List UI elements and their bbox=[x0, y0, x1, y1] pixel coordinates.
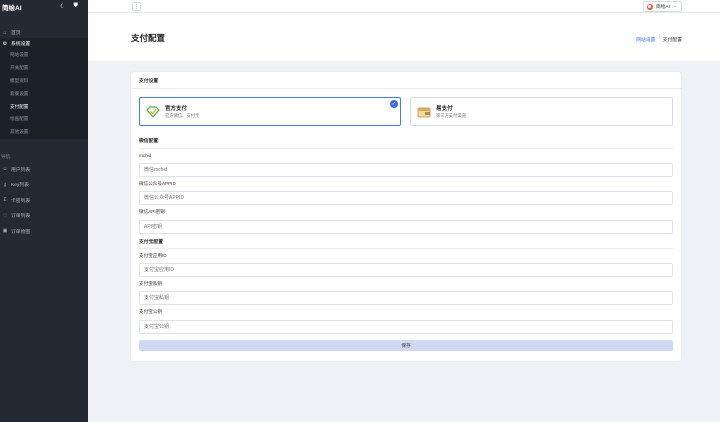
sidebar-sub-item[interactable]: 网站设置 bbox=[0, 49, 88, 62]
brand: 简绘AI ☾ ⛊ bbox=[0, 0, 88, 13]
avatar bbox=[646, 3, 653, 10]
field-label: 支付宝公钥 bbox=[139, 309, 162, 314]
alipay-section-title: 支付宝配置 bbox=[139, 240, 163, 245]
page-title: 支付配置 bbox=[131, 33, 166, 43]
payment-settings-card: 支付设置 官方支付 官方微信、支付宝 ✓ 易支付 第三方支付渠道 微信配置 mc… bbox=[131, 72, 681, 361]
user-icon: ☺ bbox=[2, 166, 8, 173]
wechat-api-key-input[interactable] bbox=[139, 220, 673, 234]
payment-options: 官方支付 官方微信、支付宝 ✓ 易支付 第三方支付渠道 bbox=[131, 89, 681, 127]
sidebar-item-system-settings[interactable]: ⚙ 系统设置 bbox=[0, 38, 88, 49]
check-icon: ✓ bbox=[390, 100, 398, 108]
key-icon: ⚷ bbox=[3, 181, 7, 188]
chevron-down-icon: ⌄ bbox=[672, 4, 677, 9]
moon-icon[interactable]: ☾ bbox=[60, 3, 65, 10]
wechat-section-title: 微信配置 bbox=[139, 139, 159, 144]
nav-section-label: 导航 bbox=[1, 153, 11, 159]
alipay-private-key-input[interactable] bbox=[139, 291, 673, 305]
option-title: 易支付 bbox=[436, 106, 453, 112]
brand-name: 简绘AI bbox=[2, 4, 22, 12]
divider bbox=[139, 248, 673, 249]
payment-option-third-party[interactable]: 易支付 第三方支付渠道 bbox=[410, 97, 673, 126]
card-icon: £ bbox=[3, 197, 7, 204]
breadcrumb-current: 支付配置 bbox=[662, 38, 682, 43]
field-label: 微信公众号APPID bbox=[139, 181, 176, 186]
field-label: 支付宝私钥 bbox=[139, 281, 162, 286]
field-label: mchid bbox=[139, 153, 152, 158]
field-label: 微信API密钥 bbox=[139, 209, 165, 214]
sidebar-sub-item-payment[interactable]: 支付配置 bbox=[0, 100, 88, 113]
heart-icon: ♡ bbox=[2, 212, 8, 219]
sidebar-item-home[interactable]: ⌂ 首页 bbox=[0, 27, 88, 38]
image-icon: ▣ bbox=[2, 228, 8, 235]
wallet-icon bbox=[417, 107, 431, 117]
sidebar-item-label: 订单列表 bbox=[11, 214, 31, 220]
sidebar: 简绘AI ☾ ⛊ ⌂ 首页 ⚙ 系统设置 网站设置 开关配置 模型资料 套餐设置… bbox=[0, 0, 88, 422]
sidebar-item-label: Key列表 bbox=[11, 183, 29, 189]
payment-option-official[interactable]: 官方支付 官方微信、支付宝 ✓ bbox=[139, 97, 401, 126]
sidebar-item-label: 卡密列表 bbox=[11, 198, 31, 204]
gear-icon: ⚙ bbox=[2, 40, 8, 47]
sidebar-item-label: 系统设置 bbox=[11, 42, 31, 47]
sidebar-item-drawings[interactable]: ▣ 订单绘图 bbox=[0, 224, 88, 240]
sidebar-item-label: 用户列表 bbox=[11, 167, 31, 173]
wechat-appid-input[interactable] bbox=[139, 191, 673, 205]
user-name: 简绘AI bbox=[655, 5, 670, 10]
user-menu[interactable]: 简绘AI ⌄ bbox=[642, 1, 682, 12]
sidebar-item-orders[interactable]: ♡ 订单列表 bbox=[0, 208, 88, 224]
breadcrumb-link[interactable]: 网站设置 bbox=[636, 36, 655, 43]
sidebar-item-label: 首页 bbox=[11, 31, 21, 36]
card-title: 支付设置 bbox=[131, 72, 681, 89]
field-label: 支付宝应用ID bbox=[139, 253, 167, 258]
page-header: 支付配置 网站设置 / 支付配置 bbox=[88, 13, 720, 61]
sidebar-item-cards[interactable]: £ 卡密列表 bbox=[0, 193, 88, 209]
breadcrumb: 网站设置 / 支付配置 bbox=[636, 36, 682, 43]
sidebar-item-keys[interactable]: ⚷ Key列表 bbox=[0, 177, 88, 193]
sidebar-group-system: ⚙ 系统设置 网站设置 开关配置 模型资料 套餐设置 支付配置 绘画配置 其他设… bbox=[0, 38, 88, 139]
mchid-input[interactable] bbox=[139, 163, 673, 177]
sidebar-sub-item[interactable]: 模型资料 bbox=[0, 75, 88, 88]
wechat-pay-icon bbox=[146, 105, 160, 118]
save-button[interactable]: 保存 bbox=[139, 340, 673, 351]
sidebar-item-label: 订单绘图 bbox=[11, 229, 31, 235]
sidebar-sub-item[interactable]: 其他设置 bbox=[0, 126, 88, 139]
option-subtitle: 官方微信、支付宝 bbox=[165, 113, 200, 118]
shield-icon[interactable]: ⛊ bbox=[73, 3, 78, 10]
sidebar-sub-item[interactable]: 套餐设置 bbox=[0, 87, 88, 100]
more-menu-button[interactable]: ⋮ bbox=[132, 2, 141, 11]
home-icon: ⌂ bbox=[3, 29, 7, 36]
option-title: 官方支付 bbox=[165, 106, 188, 112]
divider bbox=[139, 148, 673, 149]
sidebar-sub-item[interactable]: 开关配置 bbox=[0, 62, 88, 75]
sidebar-item-users[interactable]: ☺ 用户列表 bbox=[0, 162, 88, 178]
sidebar-sub-item[interactable]: 绘画配置 bbox=[0, 113, 88, 126]
option-subtitle: 第三方支付渠道 bbox=[436, 113, 467, 118]
breadcrumb-separator: / bbox=[658, 36, 660, 41]
alipay-public-key-input[interactable] bbox=[139, 320, 673, 334]
alipay-appid-input[interactable] bbox=[139, 263, 673, 277]
topbar: ⋮ 简绘AI ⌄ bbox=[88, 0, 720, 13]
